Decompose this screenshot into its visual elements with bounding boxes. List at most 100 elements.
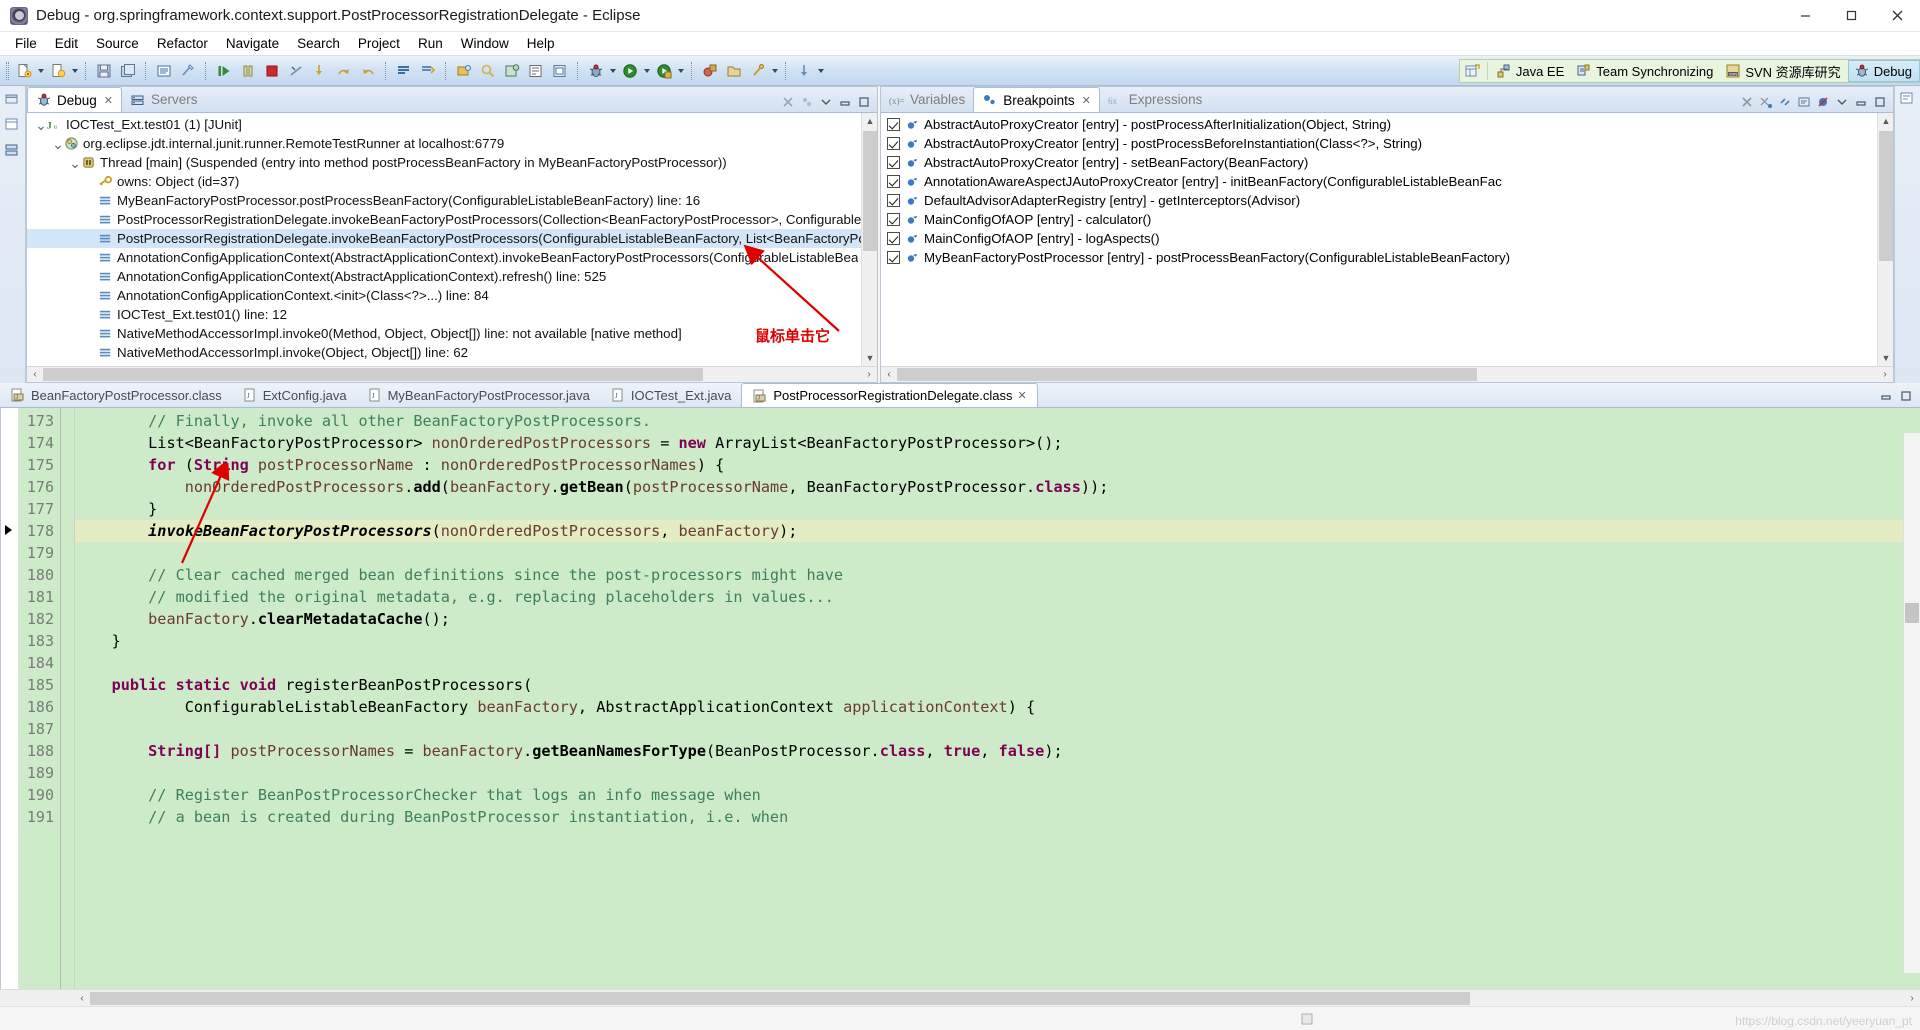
- toggle-markoccurrences-icon[interactable]: [177, 60, 199, 82]
- run-coverage-dropdown-icon[interactable]: [676, 60, 686, 82]
- menu-edit[interactable]: Edit: [46, 34, 87, 53]
- code-line[interactable]: [75, 762, 1920, 784]
- tab-debug[interactable]: Debug ✕: [27, 87, 123, 112]
- tab-debug-close-icon[interactable]: ✕: [104, 94, 113, 107]
- code-line[interactable]: // Clear cached merged bean definitions …: [75, 564, 1920, 586]
- source-editor[interactable]: 173 174 175 176 177 178 179 180 181 182 183 184 185 1…: [0, 408, 1920, 989]
- chevron-down-icon[interactable]: ⌄: [52, 134, 64, 153]
- code-line[interactable]: }: [75, 630, 1920, 652]
- editor-hscroll-track[interactable]: [90, 990, 1904, 1006]
- debug-tree-row[interactable]: NativeMethodAccessorImpl.invoke(Object, …: [27, 343, 877, 362]
- scroll-left-icon[interactable]: ‹: [881, 367, 897, 382]
- debug-tree-row[interactable]: ⌄ org.eclipse.jdt.internal.junit.runner.R…: [27, 134, 877, 153]
- scroll-left-icon[interactable]: ‹: [27, 367, 43, 382]
- pin-dropdown-icon[interactable]: [770, 60, 780, 82]
- code-line[interactable]: public static void registerBeanPostProce…: [75, 674, 1920, 696]
- tab-expressions[interactable]: 6x Expressions: [1100, 87, 1211, 112]
- chevron-down-icon[interactable]: ⌄: [69, 153, 81, 172]
- close-button[interactable]: [1874, 0, 1920, 32]
- editor-vscroll-thumb[interactable]: [1905, 603, 1919, 623]
- tab-servers[interactable]: Servers: [122, 87, 206, 112]
- code-line[interactable]: for (String postProcessorName : nonOrder…: [75, 454, 1920, 476]
- code-line[interactable]: // modified the original metadata, e.g. …: [75, 586, 1920, 608]
- code-line[interactable]: [75, 542, 1920, 564]
- menu-search[interactable]: Search: [288, 34, 349, 53]
- maximize-icon[interactable]: [856, 94, 872, 110]
- editor-marker-bar[interactable]: [1, 408, 19, 989]
- suspend-icon[interactable]: [237, 60, 259, 82]
- minimize-button[interactable]: [1782, 0, 1828, 32]
- code-line[interactable]: // Finally, invoke all other BeanFactory…: [75, 410, 1920, 432]
- breakpoint-row[interactable]: DefaultAdvisorAdapterRegistry [entry] - …: [881, 191, 1893, 210]
- code-line[interactable]: beanFactory.clearMetadataCache();: [75, 608, 1920, 630]
- menu-navigate[interactable]: Navigate: [217, 34, 288, 53]
- debug-tree-row[interactable]: ⌄ Thread [main] (Suspended (entry into me…: [27, 153, 877, 172]
- menu-source[interactable]: Source: [87, 34, 148, 53]
- breakpoint-enabled-checkbox[interactable]: [887, 175, 900, 188]
- editor-tab-postprocessorregistrationdelegate-class[interactable]: J PostProcessorRegistrationDelegate.clas…: [741, 383, 1038, 407]
- new-wizard-icon[interactable]: [13, 60, 35, 82]
- chevron-down-icon[interactable]: ⌄: [35, 115, 47, 134]
- debug-dropdown-icon[interactable]: [608, 60, 618, 82]
- scroll-up-icon[interactable]: ▲: [862, 113, 877, 129]
- debug-hscroll-thumb[interactable]: [43, 368, 703, 381]
- debug-hscroll-track[interactable]: [43, 367, 861, 382]
- code-line[interactable]: // Register BeanPostProcessorChecker tha…: [75, 784, 1920, 806]
- scroll-right-icon[interactable]: ›: [861, 367, 877, 382]
- breakpoint-row[interactable]: AnnotationAwareAspectJAutoProxyCreator […: [881, 172, 1893, 191]
- scroll-down-icon[interactable]: ▼: [1878, 350, 1893, 366]
- package-explorer-fastview-icon[interactable]: [4, 116, 22, 134]
- tab-variables[interactable]: (x)= Variables: [881, 87, 973, 112]
- code-line[interactable]: ConfigurableListableBeanFactory beanFact…: [75, 696, 1920, 718]
- debug-tree-row[interactable]: MyBeanFactoryPostProcessor.postProcessBe…: [27, 191, 877, 210]
- editor-hscroll-thumb[interactable]: [90, 991, 1470, 1005]
- breakpoints-vscroll-thumb[interactable]: [1879, 131, 1893, 261]
- code-line[interactable]: // a bean is created during BeanPostProc…: [75, 806, 1920, 828]
- save-icon[interactable]: [93, 60, 115, 82]
- breakpoint-enabled-checkbox[interactable]: [887, 213, 900, 226]
- code-line[interactable]: [75, 652, 1920, 674]
- servers-fastview-icon[interactable]: [4, 142, 22, 160]
- editor-tab-close-icon[interactable]: ✕: [1018, 389, 1027, 402]
- debug-icon[interactable]: [585, 60, 607, 82]
- breakpoint-enabled-checkbox[interactable]: [887, 194, 900, 207]
- step-return-icon[interactable]: [357, 60, 379, 82]
- editor-hscrollbar[interactable]: ‹ ›: [0, 989, 1920, 1006]
- breakpoint-row[interactable]: AbstractAutoProxyCreator [entry] - setBe…: [881, 153, 1893, 172]
- maximize-button[interactable]: [1828, 0, 1874, 32]
- next-annotation-dropdown-icon[interactable]: [816, 60, 826, 82]
- scroll-down-icon[interactable]: ▼: [862, 350, 877, 366]
- run-coverage-icon[interactable]: [653, 60, 675, 82]
- breakpoint-enabled-checkbox[interactable]: [887, 118, 900, 131]
- minimize-icon[interactable]: [1878, 388, 1894, 404]
- debug-tree-vscroll-thumb[interactable]: [863, 131, 877, 251]
- view-menu-icon[interactable]: [1834, 94, 1850, 110]
- code-line[interactable]: }: [75, 498, 1920, 520]
- step-into-icon[interactable]: [309, 60, 331, 82]
- disconnect-icon[interactable]: [285, 60, 307, 82]
- scroll-right-icon[interactable]: ›: [1877, 367, 1893, 382]
- remove-breakpoint-icon[interactable]: [1739, 94, 1755, 110]
- open-perspective-icon[interactable]: [1460, 60, 1484, 82]
- view-menu-icon[interactable]: [818, 94, 834, 110]
- code-line[interactable]: [75, 718, 1920, 740]
- scroll-right-icon[interactable]: ›: [1904, 991, 1920, 1006]
- editor-vscrollbar[interactable]: [1903, 433, 1920, 973]
- menu-file[interactable]: File: [6, 34, 46, 53]
- menu-refactor[interactable]: Refactor: [148, 34, 217, 53]
- restore-icon[interactable]: [4, 90, 22, 108]
- maximize-icon[interactable]: [1872, 94, 1888, 110]
- run-dropdown-icon[interactable]: [642, 60, 652, 82]
- breakpoint-row[interactable]: MyBeanFactoryPostProcessor [entry] - pos…: [881, 248, 1893, 267]
- next-annotation-icon[interactable]: [793, 60, 815, 82]
- editor-tab-extconfig-java[interactable]: J ExtConfig.java: [232, 383, 357, 407]
- minimize-icon[interactable]: [1853, 94, 1869, 110]
- skip-breakpoints-icon[interactable]: [393, 60, 415, 82]
- perspective-debug[interactable]: Debug: [1847, 60, 1920, 82]
- remove-all-breakpoints-icon[interactable]: [1758, 94, 1774, 110]
- code-line[interactable]: invokeBeanFactoryPostProcessors(nonOrder…: [75, 520, 1920, 542]
- debug-view-menu-icon[interactable]: [799, 94, 815, 110]
- new-java-class-icon[interactable]: [47, 60, 69, 82]
- editor-tab-mybeanfactorypostprocessor-java[interactable]: J MyBeanFactoryPostProcessor.java: [357, 383, 600, 407]
- link-with-debug-view-icon[interactable]: [1777, 94, 1793, 110]
